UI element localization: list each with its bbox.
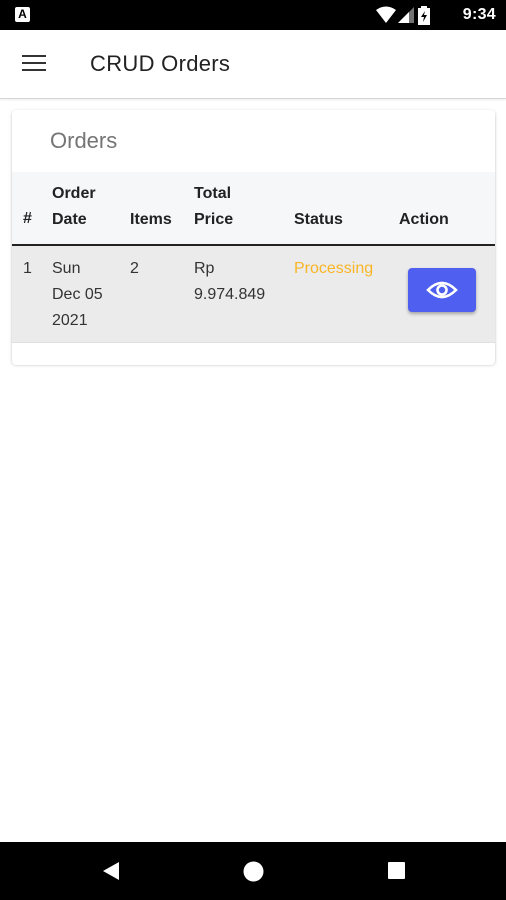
table-header: # Order Date Items Total Price Status Ac… <box>12 172 495 246</box>
row-date-monthday: Dec 05 <box>52 286 103 303</box>
row-items: 2 <box>130 260 139 277</box>
signal-icon <box>398 7 414 23</box>
column-header-total-price: Total Price <box>194 181 233 233</box>
column-header-total-price-line1: Total <box>194 185 232 202</box>
row-total-price: Rp 9.974.849 <box>194 256 265 308</box>
orders-card: Orders # Order Date Items Total Price St… <box>12 110 495 365</box>
card-title: Orders <box>50 128 118 153</box>
status-icons: 9:34 <box>376 0 496 30</box>
page-title: CRUD Orders <box>90 51 231 76</box>
home-circle-icon[interactable] <box>243 861 264 882</box>
row-price-currency: Rp <box>194 260 215 277</box>
row-index: 1 <box>23 260 32 277</box>
column-header-status: Status <box>294 211 343 228</box>
column-header-order-date-line1: Order <box>52 185 96 202</box>
system-nav-bar <box>0 842 506 900</box>
column-header-items: Items <box>130 211 172 228</box>
row-price-value: 9.974.849 <box>194 286 266 303</box>
row-date-year: 2021 <box>52 312 88 329</box>
recents-square-icon[interactable] <box>387 861 406 880</box>
column-header-total-price-line2: Price <box>194 211 234 228</box>
column-header-order-date-line2: Date <box>52 211 87 228</box>
status-bar: A 9:34 <box>0 0 506 30</box>
battery-icon <box>418 6 430 25</box>
wifi-icon <box>376 6 396 23</box>
row-order-date: Sun Dec 05 2021 <box>52 256 103 334</box>
hamburger-menu-icon[interactable] <box>22 52 48 76</box>
app-notification-letter: A <box>18 7 27 21</box>
column-header-action: Action <box>399 211 449 228</box>
row-date-day: Sun <box>52 260 81 277</box>
status-time: 9:34 <box>462 6 496 23</box>
view-order-button[interactable] <box>408 268 476 312</box>
column-header-order-date: Order Date <box>52 181 96 233</box>
card-footer <box>12 342 495 365</box>
table-row: 1 Sun Dec 05 2021 2 Rp 9.974.849 Process… <box>12 246 495 342</box>
back-triangle-icon[interactable] <box>101 861 121 881</box>
app-notification-icon: A <box>15 7 30 22</box>
eye-icon <box>426 281 458 299</box>
status-badge: Processing <box>294 260 374 277</box>
column-header-index: # <box>23 210 32 227</box>
app-bar: CRUD Orders <box>0 30 506 99</box>
